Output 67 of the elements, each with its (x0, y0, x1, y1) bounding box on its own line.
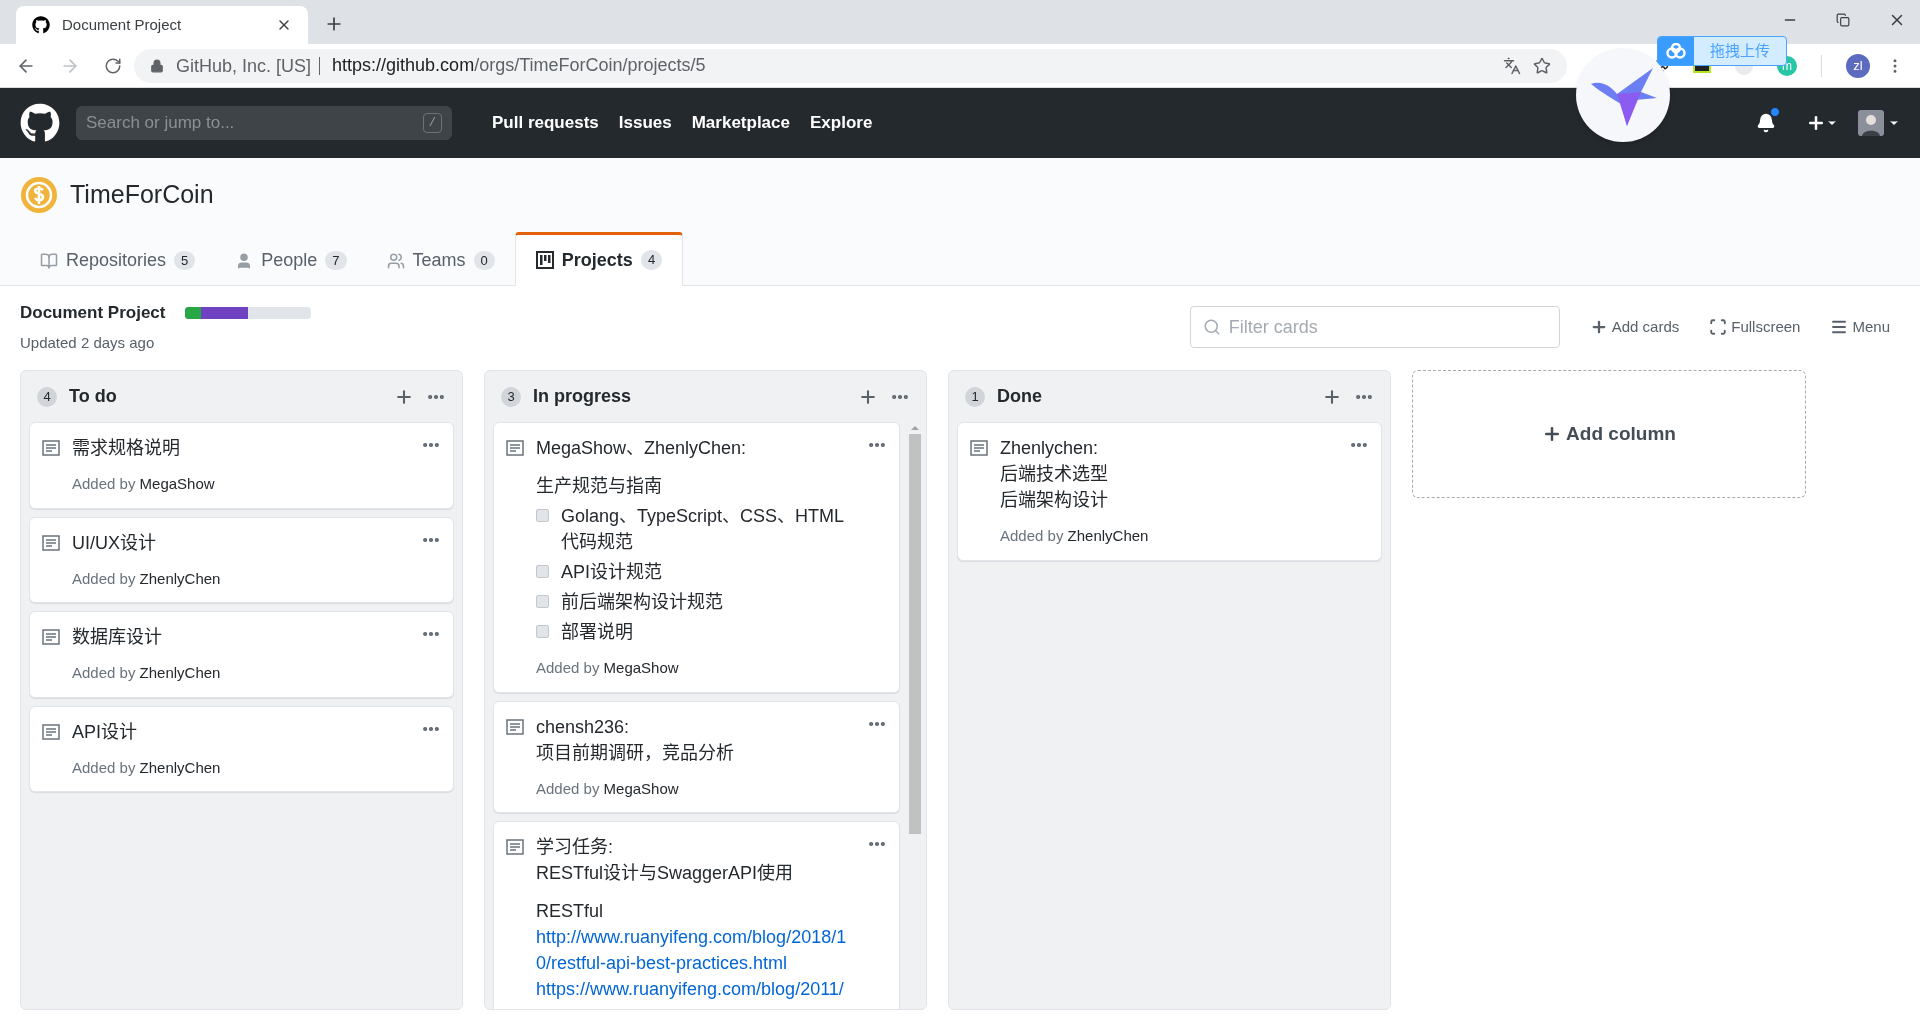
site-identity: GitHub, Inc. [US] (176, 56, 321, 75)
search-field[interactable]: Search or jump to... / (76, 106, 452, 140)
card-count: 4 (37, 386, 57, 407)
org-tab[interactable]: People 7 (215, 232, 367, 286)
card-count: 1 (965, 386, 985, 407)
card-count: 3 (501, 386, 521, 407)
card-text: 项目前期调研，竞品分析 (536, 741, 735, 765)
project-card[interactable]: 数据库设计 Added by ZhenlyChen (29, 611, 454, 698)
card-text: 后端架构设计 (1000, 489, 1109, 512)
tab-counter: 5 (174, 250, 196, 271)
org-tab[interactable]: Projects 4 (514, 232, 684, 286)
card-attribution: Added by ZhenlyChen (1000, 526, 1150, 546)
card-text: MegaShow、ZhenlyChen: (536, 437, 748, 460)
project-card[interactable]: API设计 Added by ZhenlyChen (29, 705, 454, 792)
card-text: Zhenlychen: (1000, 437, 1100, 460)
card-link[interactable]: https://www.ruanyifeng.com/blog/2011/ (536, 976, 847, 1002)
tab-counter: 0 (473, 250, 495, 271)
tab-counter: 7 (325, 250, 347, 271)
toolbar-button[interactable]: Menu (1830, 315, 1890, 339)
card-text: 学习任务: (536, 836, 614, 859)
card-attribution: Added by ZhenlyChen (72, 568, 222, 589)
nav-link[interactable]: Issues (618, 110, 672, 136)
task-label: 前后端架构设计规范 (561, 591, 723, 614)
org-name: TimeForCoin (70, 179, 214, 211)
card-attribution: Added by ZhenlyChen (72, 757, 222, 778)
task-label: Golang、TypeScript、CSS、HTML代码规范 (561, 505, 846, 554)
project-title: Document Project (20, 302, 166, 324)
project-card[interactable]: MegaShow、ZhenlyChen: 生产规范与指南 Golang、TypeScript、CSS、HTML代码规范 API设计规范 前后端架构设计规范 部署说明 Added by MegaShow (493, 422, 900, 693)
profile-avatar[interactable]: zl (1846, 53, 1870, 78)
card-text: 数据库设计 (72, 626, 163, 649)
add-column-button[interactable]: Add column (1412, 370, 1806, 498)
url-text: https://github.com/orgs/TimeForCoin/projects/5 (332, 54, 706, 77)
card-text: 需求规格说明 (72, 437, 181, 460)
toolbar-button[interactable]: Fullscreen (1709, 315, 1801, 339)
column-title: Done (997, 385, 1043, 408)
card-attribution: Added by MegaShow (72, 474, 216, 494)
column-title: In progress (533, 385, 633, 408)
card-attribution: Added by MegaShow (536, 778, 680, 799)
card-attribution: Added by MegaShow (536, 658, 680, 678)
browser-tab[interactable]: Document Project (16, 6, 308, 44)
card-attribution: Added by ZhenlyChen (72, 663, 222, 683)
card-text: UI/UX设计 (72, 531, 157, 555)
shortcut-key: / (422, 113, 442, 133)
card-text: API设计 (72, 720, 138, 744)
card-text: 生产规范与指南 (536, 475, 663, 498)
card-text: 后端技术选型 (1000, 463, 1109, 486)
nav-link[interactable]: Explore (810, 110, 873, 136)
org-tab[interactable]: Repositories 5 (20, 232, 216, 286)
task-label: 部署说明 (561, 621, 633, 644)
toolbar-button[interactable]: Add cards (1589, 315, 1680, 339)
nav-link[interactable]: Marketplace (691, 110, 790, 136)
tab-title: Document Project (62, 14, 183, 35)
card-text: RESTful (536, 900, 605, 923)
address-bar[interactable]: GitHub, Inc. [US] https://github.com/orgs/TimeForCoin/projects/5 (134, 48, 1567, 83)
project-card[interactable]: UI/UX设计 Added by ZhenlyChen (29, 516, 454, 603)
column-title: To do (69, 385, 118, 408)
updated-text: Updated 2 days ago (20, 332, 156, 353)
tab-counter: 4 (640, 250, 663, 270)
project-card[interactable]: 学习任务: RESTful设计与SwaggerAPI使用 RESTful http://www.ruanyifeng.com/blog/2018/10/restful-api-best-practices.html https://www.ruanyifeng.com/blog/2011/ (493, 821, 900, 1009)
project-card[interactable]: Zhenlychen: 后端技术选型 后端架构设计 Added by ZhenlyChen (957, 422, 1382, 561)
org-tab[interactable]: Teams 0 (366, 232, 515, 286)
card-text: RESTful设计与SwaggerAPI使用 (536, 862, 795, 885)
project-card[interactable]: 需求规格说明 Added by MegaShow (29, 422, 454, 509)
nav-link[interactable]: Pull requests (492, 110, 599, 136)
project-card[interactable]: chensh236: 项目前期调研，竞品分析 Added by MegaShow (493, 700, 900, 813)
task-label: API设计规范 (561, 561, 662, 584)
card-text: chensh236: (536, 715, 631, 739)
